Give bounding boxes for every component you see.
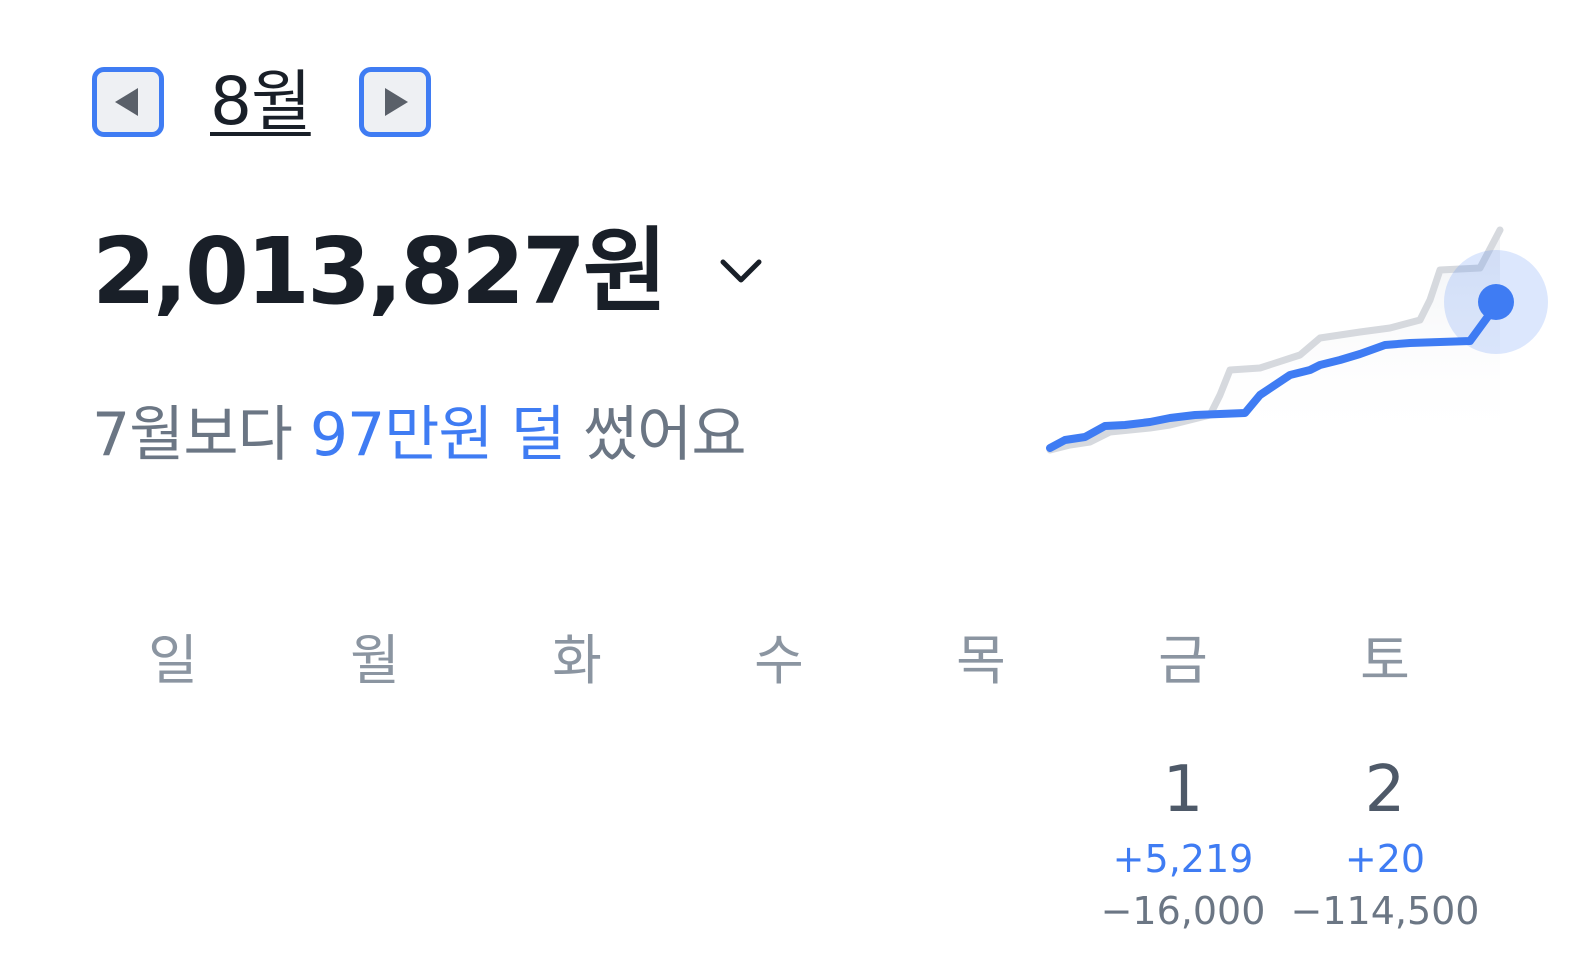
calendar-day-1[interactable]: 1 +5,219 −16,000: [1082, 758, 1284, 930]
weekday-mon: 월: [350, 629, 400, 692]
weekday-wed: 수: [754, 629, 804, 692]
triangle-left-icon: [115, 88, 138, 116]
compare-amount: 97만원 덜: [309, 400, 566, 470]
total-amount: 2,013,827원: [92, 218, 668, 325]
day-number: 2: [1364, 753, 1406, 827]
day-income: +20: [1344, 837, 1426, 881]
triangle-right-icon: [384, 88, 408, 116]
next-month-button[interactable]: [358, 67, 431, 137]
day-expense: −114,500: [1290, 889, 1480, 933]
day-expense: −16,000: [1100, 889, 1266, 933]
calendar-page: 8월 2,013,827원 7월보다 97만원 덜 썼어요 일 월 화 수 목 …: [0, 0, 1572, 978]
weekday-header: 일 월 화 수 목 금 토: [72, 616, 1488, 695]
compare-suffix: 썼어요: [582, 400, 747, 470]
weekday-sat: 토: [1360, 629, 1410, 692]
weekday-fri: 금: [1158, 629, 1208, 692]
compare-prefix: 7월보다: [92, 400, 293, 470]
chevron-down-icon[interactable]: [713, 254, 769, 290]
weekday-sun: 일: [148, 629, 198, 692]
day-income: +5,219: [1112, 837, 1254, 881]
day-number: 1: [1162, 753, 1204, 827]
weekday-tue: 화: [552, 629, 602, 692]
month-navigation: 8월: [92, 66, 431, 138]
calendar-day-2[interactable]: 2 +20 −114,500: [1284, 758, 1486, 930]
current-point: [1478, 284, 1514, 320]
spending-trend-chart: [1046, 226, 1548, 454]
month-title[interactable]: 8월: [210, 69, 312, 135]
comparison-text: 7월보다 97만원 덜 썼어요: [92, 386, 747, 473]
monthly-total[interactable]: 2,013,827원: [92, 226, 769, 318]
weekday-thu: 목: [956, 629, 1006, 692]
prev-month-button[interactable]: [92, 67, 164, 137]
